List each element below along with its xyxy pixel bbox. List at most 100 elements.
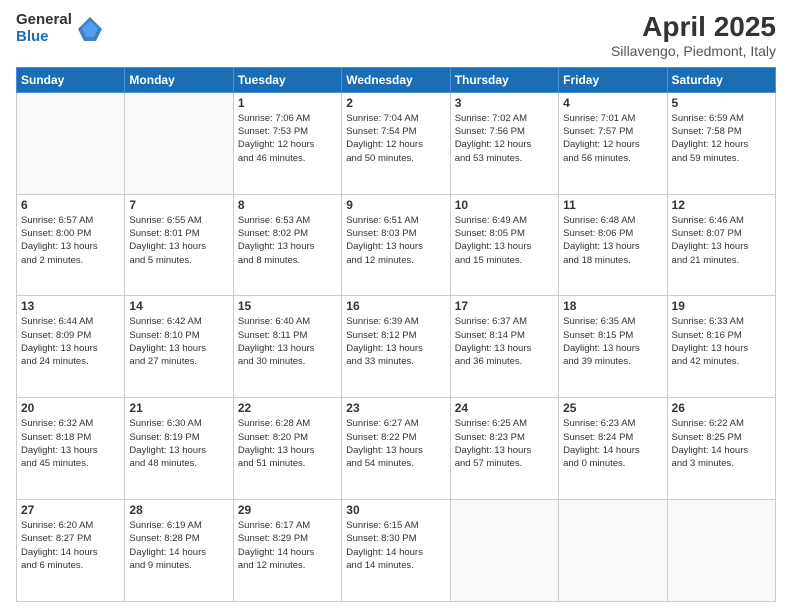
calendar-cell: 17 Sunrise: 6:37 AMSunset: 8:14 PMDayligh… <box>450 296 558 398</box>
day-info: Sunrise: 6:19 AMSunset: 8:28 PMDaylight:… <box>129 519 228 572</box>
calendar-cell: 19Sunrise: 6:33 AMSunset: 8:16 PMDayligh… <box>667 296 775 398</box>
calendar-cell: 11 Sunrise: 6:48 AMSunset: 8:06 PMDayligh… <box>559 194 667 296</box>
day-info: Sunrise: 7:02 AMSunset: 7:56 PMDaylight:… <box>455 112 554 165</box>
header: General Blue April 2025 Sillavengo, Pied… <box>16 12 776 59</box>
calendar-week-1: 1 Sunrise: 7:06 AMSunset: 7:53 PMDaylight… <box>17 92 776 194</box>
day-number: 3 <box>455 96 554 110</box>
day-number: 16 <box>346 299 445 313</box>
calendar-week-3: 13 Sunrise: 6:44 AMSunset: 8:09 PMDayligh… <box>17 296 776 398</box>
calendar-cell: 21Sunrise: 6:30 AMSunset: 8:19 PMDayligh… <box>125 398 233 500</box>
day-info: Sunrise: 7:06 AMSunset: 7:53 PMDaylight:… <box>238 112 337 165</box>
day-number: 2 <box>346 96 445 110</box>
calendar-cell: 3 Sunrise: 7:02 AMSunset: 7:56 PMDaylight… <box>450 92 558 194</box>
calendar-cell: 9Sunrise: 6:51 AMSunset: 8:03 PMDaylight… <box>342 194 450 296</box>
calendar-cell: 1 Sunrise: 7:06 AMSunset: 7:53 PMDaylight… <box>233 92 341 194</box>
day-info: Sunrise: 6:57 AMSunset: 8:00 PMDaylight:… <box>21 214 120 267</box>
day-number: 13 <box>21 299 120 313</box>
calendar-cell <box>559 500 667 602</box>
day-info: Sunrise: 6:53 AMSunset: 8:02 PMDaylight:… <box>238 214 337 267</box>
day-info: Sunrise: 6:59 AMSunset: 7:58 PMDaylight:… <box>672 112 771 165</box>
day-info: Sunrise: 6:23 AMSunset: 8:24 PMDaylight:… <box>563 417 662 470</box>
calendar-cell: 29Sunrise: 6:17 AMSunset: 8:29 PMDayligh… <box>233 500 341 602</box>
day-number: 19 <box>672 299 771 313</box>
calendar-cell: 22Sunrise: 6:28 AMSunset: 8:20 PMDayligh… <box>233 398 341 500</box>
calendar-cell: 7 Sunrise: 6:55 AMSunset: 8:01 PMDaylight… <box>125 194 233 296</box>
calendar-cell: 26 Sunrise: 6:22 AMSunset: 8:25 PMDayligh… <box>667 398 775 500</box>
logo-general: General <box>16 12 72 29</box>
day-number: 26 <box>672 401 771 415</box>
day-number: 28 <box>129 503 228 517</box>
day-info: Sunrise: 6:42 AMSunset: 8:10 PMDaylight:… <box>129 315 228 368</box>
day-info: Sunrise: 6:44 AMSunset: 8:09 PMDaylight:… <box>21 315 120 368</box>
day-number: 21 <box>129 401 228 415</box>
calendar-cell <box>450 500 558 602</box>
day-info: Sunrise: 7:04 AMSunset: 7:54 PMDaylight:… <box>346 112 445 165</box>
day-info: Sunrise: 6:28 AMSunset: 8:20 PMDaylight:… <box>238 417 337 470</box>
day-number: 10 <box>455 198 554 212</box>
calendar-week-4: 20Sunrise: 6:32 AMSunset: 8:18 PMDayligh… <box>17 398 776 500</box>
day-number: 5 <box>672 96 771 110</box>
calendar-cell: 25Sunrise: 6:23 AMSunset: 8:24 PMDayligh… <box>559 398 667 500</box>
day-number: 27 <box>21 503 120 517</box>
logo-blue: Blue <box>16 29 72 46</box>
header-monday: Monday <box>125 67 233 92</box>
day-info: Sunrise: 6:15 AMSunset: 8:30 PMDaylight:… <box>346 519 445 572</box>
day-info: Sunrise: 6:27 AMSunset: 8:22 PMDaylight:… <box>346 417 445 470</box>
calendar-cell: 27 Sunrise: 6:20 AMSunset: 8:27 PMDayligh… <box>17 500 125 602</box>
header-friday: Friday <box>559 67 667 92</box>
day-info: Sunrise: 6:22 AMSunset: 8:25 PMDaylight:… <box>672 417 771 470</box>
day-info: Sunrise: 6:20 AMSunset: 8:27 PMDaylight:… <box>21 519 120 572</box>
day-info: Sunrise: 6:25 AMSunset: 8:23 PMDaylight:… <box>455 417 554 470</box>
day-number: 6 <box>21 198 120 212</box>
calendar-cell: 2 Sunrise: 7:04 AMSunset: 7:54 PMDaylight… <box>342 92 450 194</box>
logo: General Blue <box>16 12 104 45</box>
calendar-week-2: 6 Sunrise: 6:57 AMSunset: 8:00 PMDaylight… <box>17 194 776 296</box>
header-saturday: Saturday <box>667 67 775 92</box>
calendar-cell <box>17 92 125 194</box>
day-info: Sunrise: 6:49 AMSunset: 8:05 PMDaylight:… <box>455 214 554 267</box>
day-info: Sunrise: 6:37 AMSunset: 8:14 PMDaylight:… <box>455 315 554 368</box>
logo-text: General Blue <box>16 12 72 45</box>
day-info: Sunrise: 6:17 AMSunset: 8:29 PMDaylight:… <box>238 519 337 572</box>
calendar-cell: 20Sunrise: 6:32 AMSunset: 8:18 PMDayligh… <box>17 398 125 500</box>
day-number: 1 <box>238 96 337 110</box>
header-tuesday: Tuesday <box>233 67 341 92</box>
calendar-cell <box>667 500 775 602</box>
weekday-header-row: Sunday Monday Tuesday Wednesday Thursday… <box>17 67 776 92</box>
day-info: Sunrise: 6:46 AMSunset: 8:07 PMDaylight:… <box>672 214 771 267</box>
day-number: 15 <box>238 299 337 313</box>
calendar-cell: 18Sunrise: 6:35 AMSunset: 8:15 PMDayligh… <box>559 296 667 398</box>
day-number: 18 <box>563 299 662 313</box>
day-number: 4 <box>563 96 662 110</box>
calendar-cell: 6 Sunrise: 6:57 AMSunset: 8:00 PMDaylight… <box>17 194 125 296</box>
day-info: Sunrise: 6:51 AMSunset: 8:03 PMDaylight:… <box>346 214 445 267</box>
day-number: 24 <box>455 401 554 415</box>
day-number: 11 <box>563 198 662 212</box>
calendar-cell <box>125 92 233 194</box>
header-sunday: Sunday <box>17 67 125 92</box>
calendar-cell: 4 Sunrise: 7:01 AMSunset: 7:57 PMDaylight… <box>559 92 667 194</box>
day-number: 7 <box>129 198 228 212</box>
day-info: Sunrise: 6:55 AMSunset: 8:01 PMDaylight:… <box>129 214 228 267</box>
calendar-cell: 30Sunrise: 6:15 AMSunset: 8:30 PMDayligh… <box>342 500 450 602</box>
calendar-cell: 24 Sunrise: 6:25 AMSunset: 8:23 PMDayligh… <box>450 398 558 500</box>
logo-icon <box>76 15 104 43</box>
calendar-cell: 10 Sunrise: 6:49 AMSunset: 8:05 PMDayligh… <box>450 194 558 296</box>
calendar-cell: 28 Sunrise: 6:19 AMSunset: 8:28 PMDayligh… <box>125 500 233 602</box>
calendar-week-5: 27 Sunrise: 6:20 AMSunset: 8:27 PMDayligh… <box>17 500 776 602</box>
day-info: Sunrise: 6:40 AMSunset: 8:11 PMDaylight:… <box>238 315 337 368</box>
day-number: 17 <box>455 299 554 313</box>
calendar-cell: 23Sunrise: 6:27 AMSunset: 8:22 PMDayligh… <box>342 398 450 500</box>
day-info: Sunrise: 6:48 AMSunset: 8:06 PMDaylight:… <box>563 214 662 267</box>
day-info: Sunrise: 7:01 AMSunset: 7:57 PMDaylight:… <box>563 112 662 165</box>
calendar-cell: 8 Sunrise: 6:53 AMSunset: 8:02 PMDaylight… <box>233 194 341 296</box>
calendar-cell: 12 Sunrise: 6:46 AMSunset: 8:07 PMDayligh… <box>667 194 775 296</box>
day-number: 8 <box>238 198 337 212</box>
header-thursday: Thursday <box>450 67 558 92</box>
header-wednesday: Wednesday <box>342 67 450 92</box>
day-number: 20 <box>21 401 120 415</box>
day-info: Sunrise: 6:39 AMSunset: 8:12 PMDaylight:… <box>346 315 445 368</box>
day-number: 12 <box>672 198 771 212</box>
calendar-cell: 13 Sunrise: 6:44 AMSunset: 8:09 PMDayligh… <box>17 296 125 398</box>
page: General Blue April 2025 Sillavengo, Pied… <box>0 0 792 612</box>
